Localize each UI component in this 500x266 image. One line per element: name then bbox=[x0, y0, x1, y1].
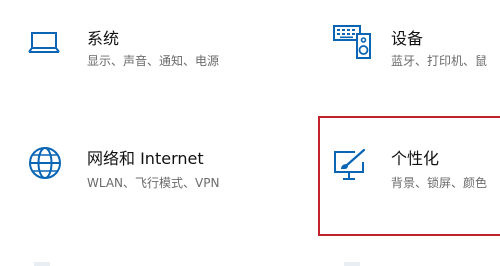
tile-title: 系统 bbox=[87, 29, 120, 48]
tile-description: 显示、声音、通知、电源 bbox=[87, 54, 220, 68]
next-row-icon-hint bbox=[344, 262, 360, 266]
tile-title: 网络和 Internet bbox=[87, 149, 204, 168]
devices-icon bbox=[333, 25, 371, 59]
settings-tile-system[interactable]: 系统 显示、声音、通知、电源 bbox=[0, 0, 300, 100]
tile-description: WLAN、飞行模式、VPN bbox=[87, 176, 220, 190]
laptop-icon bbox=[28, 32, 60, 53]
settings-tile-network[interactable]: 网络和 Internet WLAN、飞行模式、VPN bbox=[0, 115, 300, 235]
globe-icon bbox=[29, 147, 61, 179]
next-row-icon-hint bbox=[34, 262, 50, 266]
settings-tile-devices[interactable]: 设备 蓝牙、打印机、鼠 bbox=[318, 0, 500, 100]
highlight-annotation-box bbox=[318, 116, 500, 236]
tile-title: 设备 bbox=[391, 29, 424, 48]
tile-description: 蓝牙、打印机、鼠 bbox=[391, 54, 488, 68]
